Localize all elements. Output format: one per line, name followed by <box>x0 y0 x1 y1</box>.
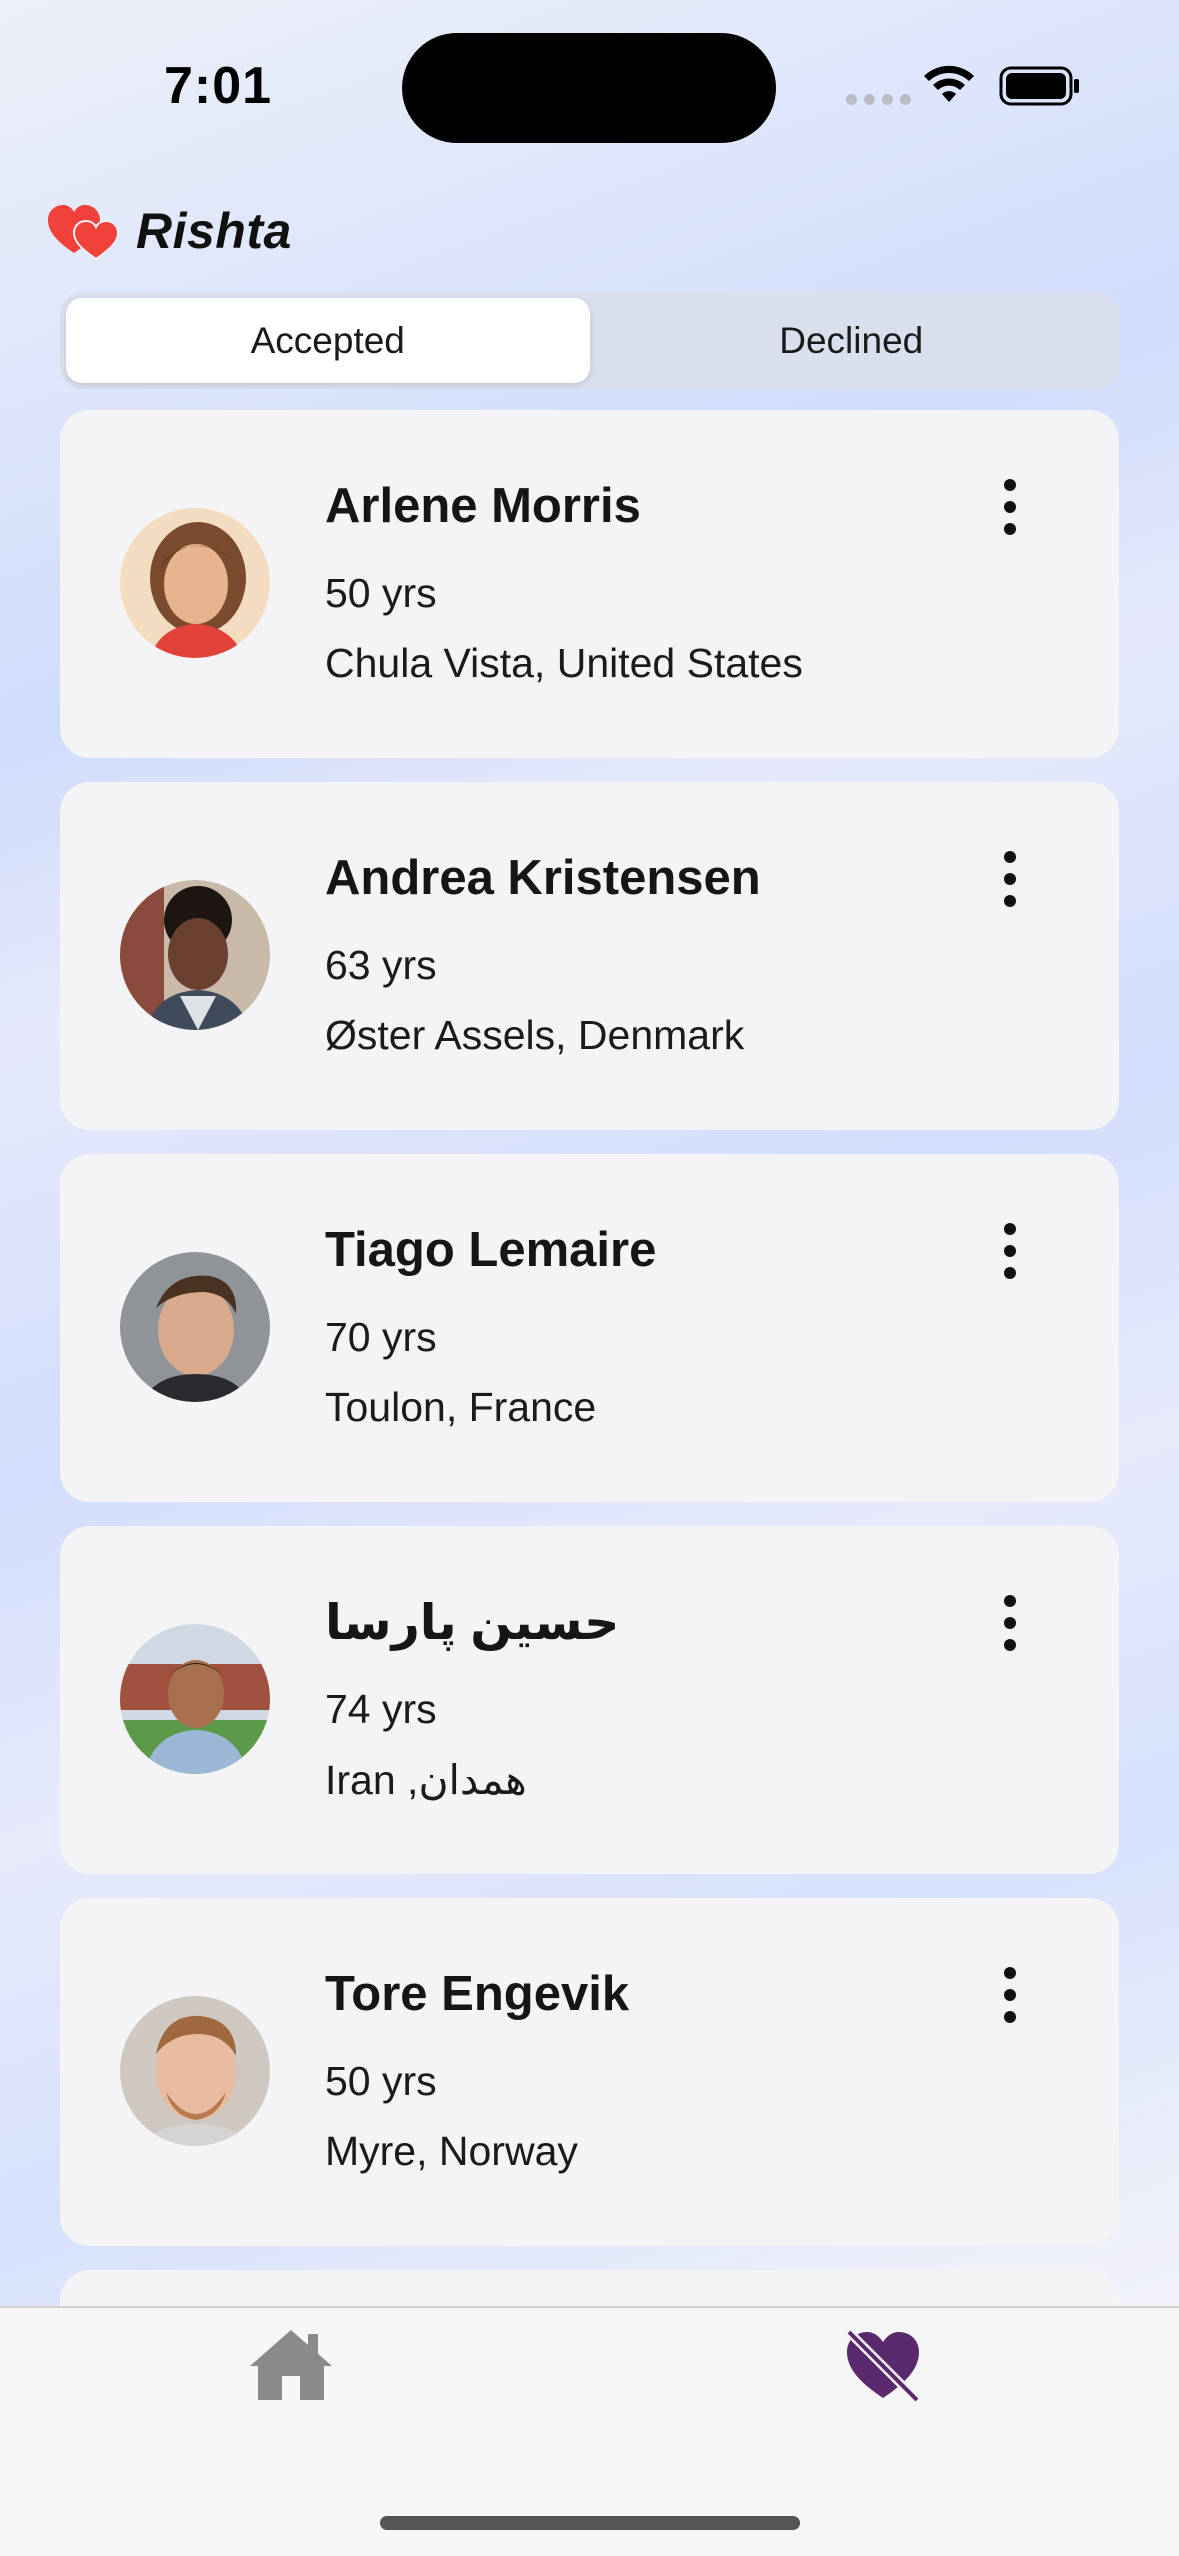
more-options-button[interactable] <box>980 1588 1040 1658</box>
app-header: Rishta <box>46 196 292 266</box>
home-icon[interactable] <box>248 2326 334 2404</box>
status-segmented-control: Accepted Declined <box>60 292 1119 389</box>
profile-name: Tore Engevik <box>325 1967 630 2021</box>
wifi-icon <box>924 65 974 102</box>
tab-accepted[interactable]: Accepted <box>66 298 590 383</box>
profile-card[interactable]: Tore Engevik 50 yrs Myre, Norway <box>60 1898 1119 2246</box>
avatar[interactable] <box>120 1252 270 1402</box>
avatar[interactable] <box>120 880 270 1030</box>
status-bar: 7:01 <box>0 0 1179 170</box>
tab-declined[interactable]: Declined <box>590 298 1114 383</box>
profile-location: Iran ,همدان <box>325 1757 527 1803</box>
home-indicator[interactable] <box>380 2516 800 2530</box>
dynamic-island <box>402 33 776 143</box>
profile-age: 74 yrs <box>325 1686 437 1732</box>
profile-name: Arlene Morris <box>325 479 641 533</box>
profile-age: 70 yrs <box>325 1314 437 1360</box>
profile-name: Andrea Kristensen <box>325 851 761 905</box>
profile-name: Tiago Lemaire <box>325 1223 657 1277</box>
profile-card[interactable]: حسین پارسا 74 yrs Iran ,همدان <box>60 1526 1119 1874</box>
app-title: Rishta <box>136 203 292 259</box>
heart-slash-icon[interactable] <box>843 2326 923 2402</box>
profile-card[interactable]: Tiago Lemaire 70 yrs Toulon, France <box>60 1154 1119 1502</box>
battery-icon <box>999 66 1079 106</box>
avatar[interactable] <box>120 1624 270 1774</box>
profile-card[interactable] <box>60 2270 1119 2310</box>
cellular-signal-icon <box>846 94 911 105</box>
profile-location: Øster Assels, Denmark <box>325 1012 745 1058</box>
profile-name: حسین پارسا <box>325 1596 620 1650</box>
double-heart-icon <box>48 205 120 261</box>
more-options-button[interactable] <box>980 1960 1040 2030</box>
more-options-button[interactable] <box>980 472 1040 542</box>
profile-age: 63 yrs <box>325 942 437 988</box>
avatar[interactable] <box>120 1996 270 2146</box>
more-options-button[interactable] <box>980 1216 1040 1286</box>
profile-location: Toulon, France <box>325 1384 597 1430</box>
more-options-button[interactable] <box>980 844 1040 914</box>
profile-location: Myre, Norway <box>325 2128 578 2174</box>
profile-list[interactable]: Arlene Morris 50 yrs Chula Vista, United… <box>60 410 1119 2310</box>
profile-card[interactable]: Arlene Morris 50 yrs Chula Vista, United… <box>60 410 1119 758</box>
profile-age: 50 yrs <box>325 570 437 616</box>
profile-card[interactable]: Andrea Kristensen 63 yrs Øster Assels, D… <box>60 782 1119 1130</box>
status-time: 7:01 <box>164 57 273 115</box>
profile-location: Chula Vista, United States <box>325 640 803 686</box>
avatar[interactable] <box>120 508 270 658</box>
profile-age: 50 yrs <box>325 2058 437 2104</box>
